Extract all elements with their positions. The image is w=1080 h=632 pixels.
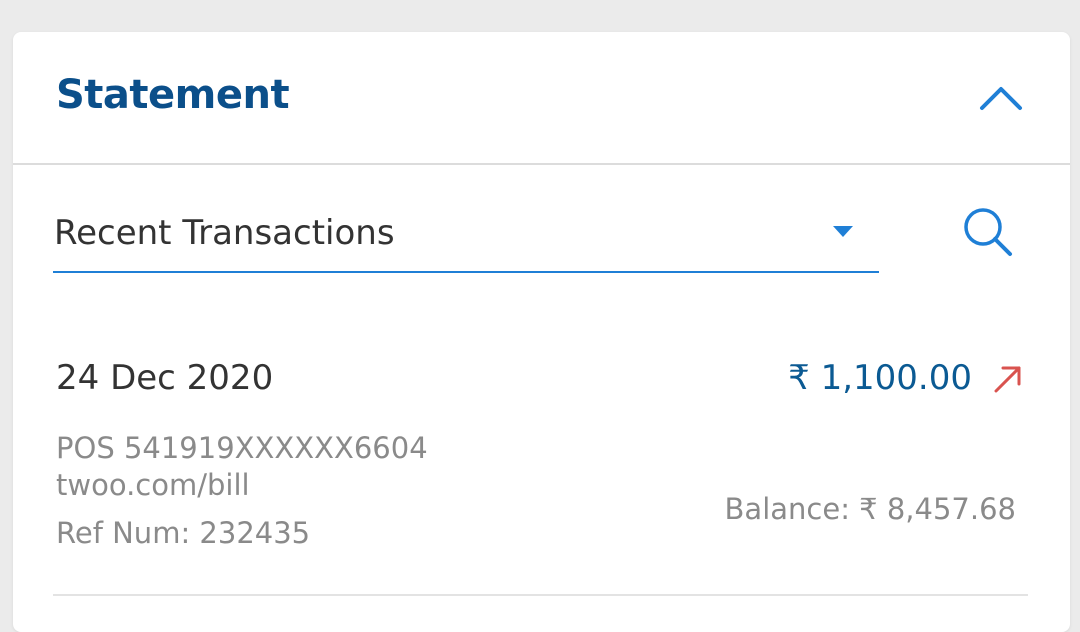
statement-header[interactable]: Statement — [13, 32, 1070, 165]
page-title: Statement — [56, 72, 290, 118]
transaction-date: 24 Dec 2020 — [56, 358, 274, 398]
caret-down-icon — [833, 226, 853, 237]
chevron-up-icon[interactable] — [976, 80, 1026, 114]
arrow-up-right-icon — [991, 362, 1025, 396]
transaction-amount: ₹ 1,100.00 — [788, 358, 972, 398]
transaction-filter-select[interactable]: Recent Transactions — [53, 212, 879, 273]
transaction-ref: Ref Num: 232435 — [56, 516, 311, 550]
description-line-1: POS 541919XXXXXX6604 — [56, 431, 428, 465]
transaction-balance: Balance: ₹ 8,457.68 — [724, 492, 1016, 526]
statement-card: Statement Recent Transactions 24 Dec 202… — [13, 32, 1070, 632]
transaction-description: POS 541919XXXXXX6604 twoo.com/bill — [56, 430, 428, 504]
filter-selected-value: Recent Transactions — [54, 213, 395, 253]
transaction-divider — [53, 594, 1028, 596]
description-line-2: twoo.com/bill — [56, 468, 250, 502]
search-icon[interactable] — [958, 202, 1018, 262]
